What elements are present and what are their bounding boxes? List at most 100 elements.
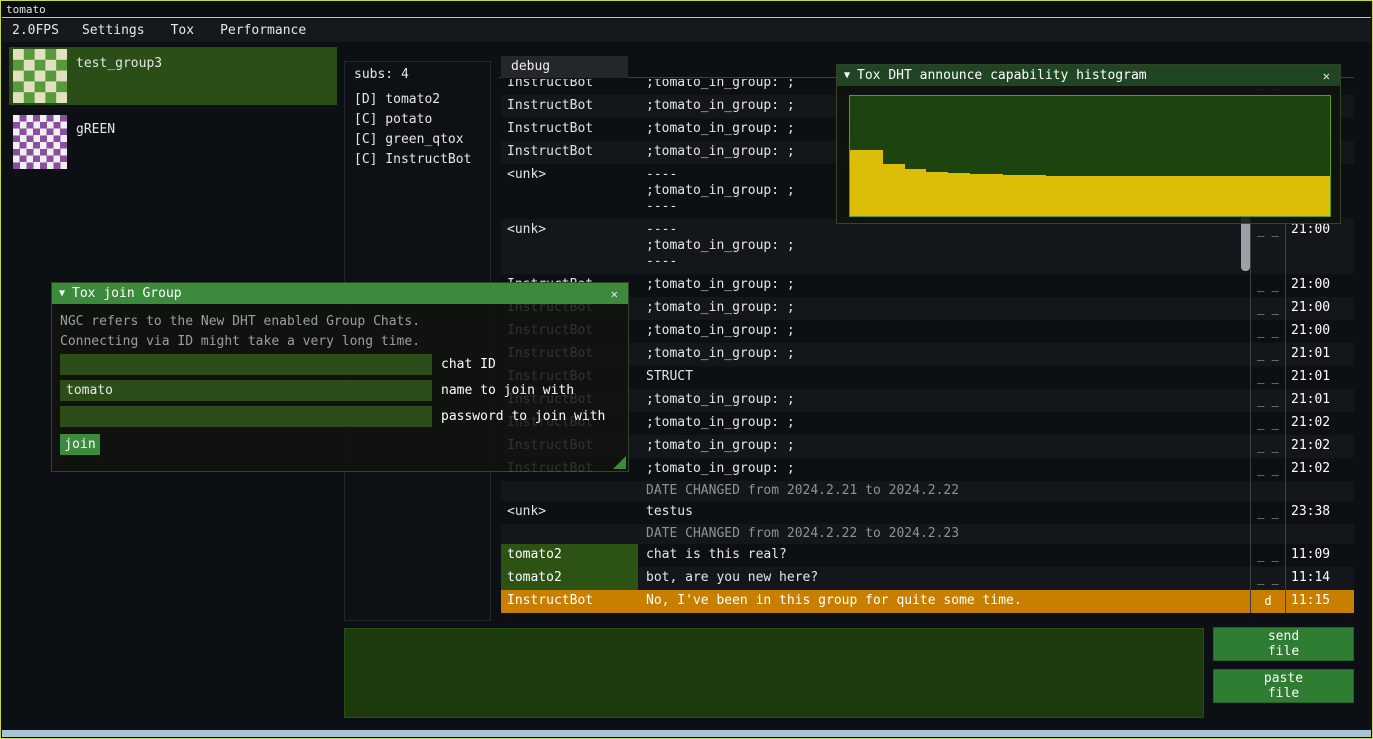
- histogram-bar: [850, 150, 861, 216]
- dht-histogram-titlebar[interactable]: ▼ Tox DHT announce capability histogram …: [837, 65, 1340, 86]
- chat-sender: InstructBot: [501, 95, 638, 118]
- histogram-bar: [1254, 176, 1265, 216]
- join-field-row: password to join with: [60, 406, 620, 427]
- menu-item[interactable]: Settings: [69, 19, 158, 42]
- chat-message-time: [1286, 524, 1344, 544]
- chat-message-text: chat is this real?: [638, 544, 1250, 567]
- histogram-bar: [1079, 176, 1090, 216]
- member-item[interactable]: [C] InstructBot: [345, 150, 490, 170]
- chat-message-time: 11:09: [1286, 544, 1344, 567]
- join-field-input[interactable]: [60, 380, 432, 401]
- chat-message-flags: _ _: [1250, 412, 1286, 435]
- chat-message-text: DATE CHANGED from 2024.2.21 to 2024.2.22: [638, 481, 1250, 501]
- close-icon[interactable]: ✕: [608, 287, 621, 301]
- chat-sender: InstructBot: [501, 590, 638, 613]
- chat-message-time: 21:00: [1286, 297, 1344, 320]
- chat-message-time: 23:38: [1286, 501, 1344, 524]
- histogram-bar: [1210, 176, 1221, 216]
- histogram-bar: [1166, 176, 1177, 216]
- histogram-bar: [872, 150, 883, 216]
- window-bottom-edge[interactable]: [2, 730, 1371, 737]
- histogram-bar: [1134, 176, 1145, 216]
- join-field-input[interactable]: [60, 354, 432, 375]
- chat-message-row[interactable]: <unk> testus _ _ 23:38: [501, 501, 1354, 524]
- member-item[interactable]: [C] potato: [345, 110, 490, 130]
- chat-message-flags: _ _: [1250, 544, 1286, 567]
- contact-item[interactable]: test_group3: [9, 47, 337, 105]
- chat-message-text: DATE CHANGED from 2024.2.22 to 2024.2.23: [638, 524, 1250, 544]
- chat-message-flags: _ _: [1250, 366, 1286, 389]
- chat-sender: tomato2: [501, 567, 638, 590]
- menu-item[interactable]: Tox: [158, 19, 207, 42]
- chat-message-text: bot, are you new here?: [638, 567, 1250, 590]
- resize-grip-icon[interactable]: [613, 456, 626, 469]
- chat-sender: <unk>: [501, 501, 638, 524]
- histogram-bar: [1046, 176, 1057, 216]
- join-info-line1: NGC refers to the New DHT enabled Group …: [60, 312, 620, 332]
- app-window: tomato 2.0FPS Settings Tox Performance t…: [0, 0, 1373, 739]
- window-titlebar[interactable]: tomato: [2, 2, 1371, 18]
- histogram-bar: [1199, 176, 1210, 216]
- histogram-bar: [970, 174, 981, 216]
- member-item[interactable]: [C] green_qtox: [345, 130, 490, 150]
- chat-message-text: ;tomato_in_group: ;: [638, 320, 1250, 343]
- chat-message-row[interactable]: DATE CHANGED from 2024.2.22 to 2024.2.23: [501, 524, 1354, 544]
- chat-message-row[interactable]: InstructBot No, I've been in this group …: [501, 590, 1354, 613]
- member-item[interactable]: [D] tomato2: [345, 90, 490, 110]
- message-input[interactable]: [344, 628, 1204, 718]
- chat-message-time: 21:00: [1286, 219, 1344, 274]
- chat-message-flags: _ _: [1250, 274, 1286, 297]
- chat-message-flags: _ _: [1250, 343, 1286, 366]
- histogram-bar: [1090, 176, 1101, 216]
- histogram-bar: [1144, 176, 1155, 216]
- chat-message-row[interactable]: tomato2 bot, are you new here? _ _ 11:14: [501, 567, 1354, 590]
- contact-name: gREEN: [76, 115, 115, 137]
- tab-debug[interactable]: debug: [501, 56, 628, 78]
- menu-item[interactable]: Performance: [207, 19, 319, 42]
- chat-message-flags: d: [1250, 590, 1286, 613]
- chat-message-time: 21:01: [1286, 366, 1344, 389]
- chat-sender: [501, 481, 638, 501]
- chat-message-text: ;tomato_in_group: ;: [638, 297, 1250, 320]
- chat-message-text: testus: [638, 501, 1250, 524]
- chat-message-flags: _ _: [1250, 567, 1286, 590]
- chat-message-time: 21:02: [1286, 412, 1344, 435]
- histogram-bar: [1155, 176, 1166, 216]
- join-field-label: chat ID: [441, 357, 496, 372]
- chat-message-flags: _ _: [1250, 320, 1286, 343]
- chat-message-text: ;tomato_in_group: ;: [638, 435, 1250, 458]
- chat-message-row[interactable]: <unk> ---- ;tomato_in_group: ; ---- _ _ …: [501, 219, 1354, 274]
- send-file-button[interactable]: send file: [1213, 627, 1354, 661]
- histogram-bar: [1177, 176, 1188, 216]
- dht-histogram-plot: [849, 95, 1331, 217]
- histogram-bar: [1308, 176, 1319, 216]
- collapse-icon[interactable]: ▼: [844, 70, 850, 81]
- histogram-bar: [1243, 176, 1254, 216]
- histogram-bar: [1014, 175, 1025, 216]
- chat-message-row[interactable]: tomato2 chat is this real? _ _ 11:09: [501, 544, 1354, 567]
- join-group-titlebar[interactable]: ▼ Tox join Group ✕: [52, 283, 628, 304]
- chat-message-text: STRUCT: [638, 366, 1250, 389]
- join-field-input[interactable]: [60, 406, 432, 427]
- histogram-bar: [1025, 175, 1036, 216]
- join-group-body: NGC refers to the New DHT enabled Group …: [52, 304, 628, 471]
- histogram-bar: [959, 173, 970, 216]
- join-fields: chat ID name to join with password to jo…: [60, 354, 620, 427]
- chat-message-row[interactable]: DATE CHANGED from 2024.2.21 to 2024.2.22: [501, 481, 1354, 501]
- close-icon[interactable]: ✕: [1320, 69, 1333, 83]
- paste-file-button[interactable]: paste file: [1213, 669, 1354, 703]
- chat-message-flags: _ _: [1250, 219, 1286, 274]
- chat-message-flags: _ _: [1250, 297, 1286, 320]
- chat-sender: <unk>: [501, 164, 638, 219]
- collapse-icon[interactable]: ▼: [59, 288, 65, 299]
- join-button[interactable]: join: [60, 434, 100, 455]
- contact-name: test_group3: [76, 49, 162, 71]
- chat-sender: InstructBot: [501, 118, 638, 141]
- histogram-bar: [883, 164, 894, 216]
- chat-message-flags: _ _: [1250, 501, 1286, 524]
- histogram-bar: [1264, 176, 1275, 216]
- contact-item[interactable]: gREEN: [9, 113, 337, 171]
- histogram-bar: [948, 173, 959, 216]
- chat-message-time: 21:01: [1286, 343, 1344, 366]
- join-group-title: Tox join Group: [72, 286, 601, 301]
